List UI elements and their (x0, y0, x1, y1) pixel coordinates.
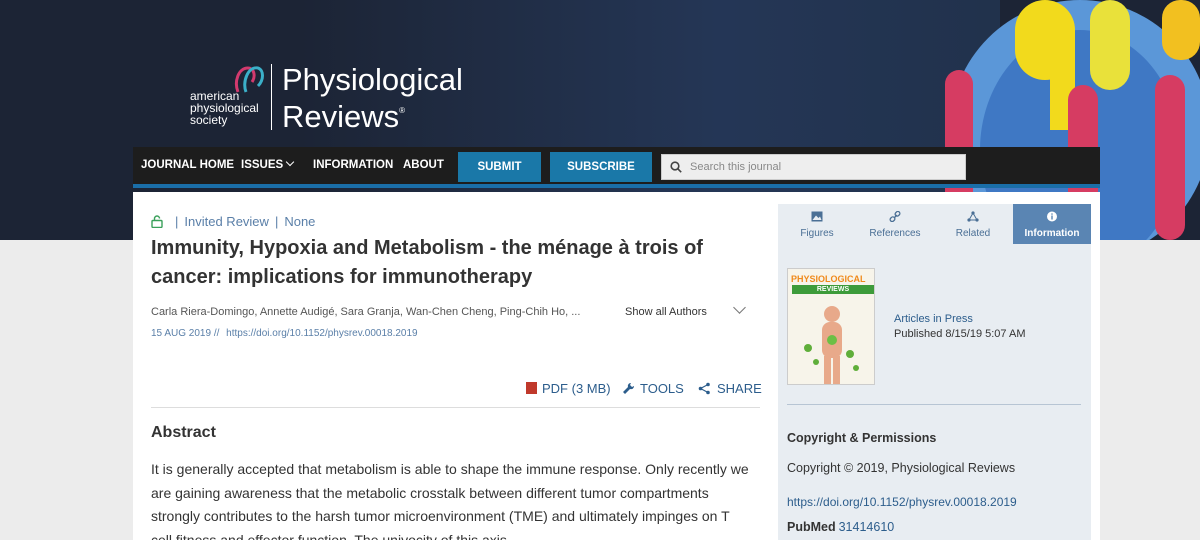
show-all-authors-link[interactable]: Show all Authors (625, 306, 707, 318)
date-doi-line: 15 AUG 2019 // https://doi.org/10.1152/p… (151, 328, 418, 339)
published-date: Published 8/15/19 5:07 AM (894, 328, 1026, 340)
tab-references[interactable]: References (856, 204, 934, 244)
journal-cover-image[interactable]: PHYSIOLOGICAL REVIEWS (787, 268, 875, 385)
network-icon (967, 211, 979, 222)
publication-date: 15 AUG 2019 (151, 328, 212, 339)
share-icon (698, 382, 710, 395)
share-button[interactable]: SHARE (698, 381, 762, 396)
nav-information[interactable]: INFORMATION (313, 147, 393, 184)
wrench-icon (623, 382, 635, 394)
journal-title-line: Physiological (282, 62, 463, 97)
abstract-heading: Abstract (151, 424, 216, 441)
pubmed-id-link[interactable]: 31414610 (839, 520, 895, 534)
subscribe-button[interactable]: SUBSCRIBE (550, 152, 652, 182)
divider (151, 407, 760, 408)
cover-illustration (804, 306, 859, 384)
information-panel: PHYSIOLOGICAL REVIEWS Articles in Press … (778, 244, 1091, 540)
chevron-down-icon[interactable] (733, 301, 746, 314)
author-list: Carla Riera-Domingo, Annette Audigé, Sar… (151, 306, 581, 318)
abstract-text: It is generally accepted that metabolism… (151, 461, 749, 540)
nav-issues[interactable]: ISSUES (241, 147, 295, 184)
article-doi-link[interactable]: https://doi.org/10.1152/physrev.00018.20… (226, 328, 417, 339)
article-sidebar: Figures References Related Information P… (778, 192, 1100, 540)
tab-information[interactable]: Information (1013, 204, 1091, 244)
logo-divider (271, 64, 272, 130)
sidebar-doi-link[interactable]: https://doi.org/10.1152/physrev.00018.20… (787, 495, 1017, 509)
pubmed-line: PubMed 31414610 (787, 520, 894, 534)
publication-status-link[interactable]: Articles in Press (894, 313, 973, 325)
pdf-button[interactable]: PDF (3 MB) (526, 381, 611, 396)
registered-mark: ® (399, 106, 406, 115)
article-panel: | Invited Review | None Immunity, Hypoxia a… (133, 192, 778, 540)
nav-journal-home[interactable]: JOURNAL HOME (141, 147, 234, 184)
publisher-line: society (190, 113, 228, 127)
search-input[interactable] (690, 155, 960, 179)
tools-button[interactable]: TOOLS (622, 381, 684, 396)
main-nav: JOURNAL HOME ISSUES INFORMATION ABOUT SU… (133, 147, 1100, 188)
link-icon (889, 211, 901, 222)
copyright-text: Copyright © 2019, Physiological Reviews (787, 461, 1016, 475)
article-type[interactable]: Invited Review (184, 214, 269, 229)
article-section: None (284, 214, 316, 229)
chevron-down-icon (285, 157, 295, 167)
copyright-heading: Copyright & Permissions (787, 431, 937, 445)
sidebar-tabs: Figures References Related Information (778, 204, 1091, 244)
pubmed-label: PubMed (787, 520, 836, 534)
cover-subtitle: REVIEWS (792, 285, 874, 294)
pdf-icon (526, 382, 537, 394)
image-icon (811, 211, 823, 222)
divider (787, 404, 1081, 405)
submit-button[interactable]: SUBMIT (458, 152, 541, 182)
journal-title-line: Reviews® (282, 99, 406, 134)
nav-about[interactable]: ABOUT (403, 147, 444, 184)
cover-title: PHYSIOLOGICAL (791, 274, 866, 284)
date-separator: // (213, 328, 220, 339)
publisher-name: american physiological society (190, 90, 270, 126)
info-icon (1047, 211, 1057, 222)
search-icon[interactable] (670, 161, 682, 173)
journal-title: Physiological Reviews® (282, 64, 463, 132)
search-box (661, 154, 966, 180)
article-title: Immunity, Hypoxia and Metabolism - the m… (151, 237, 703, 288)
article-meta: | Invited Review | None (151, 214, 315, 229)
tab-figures[interactable]: Figures (778, 204, 856, 244)
open-lock-icon (151, 215, 163, 228)
tab-related[interactable]: Related (934, 204, 1012, 244)
